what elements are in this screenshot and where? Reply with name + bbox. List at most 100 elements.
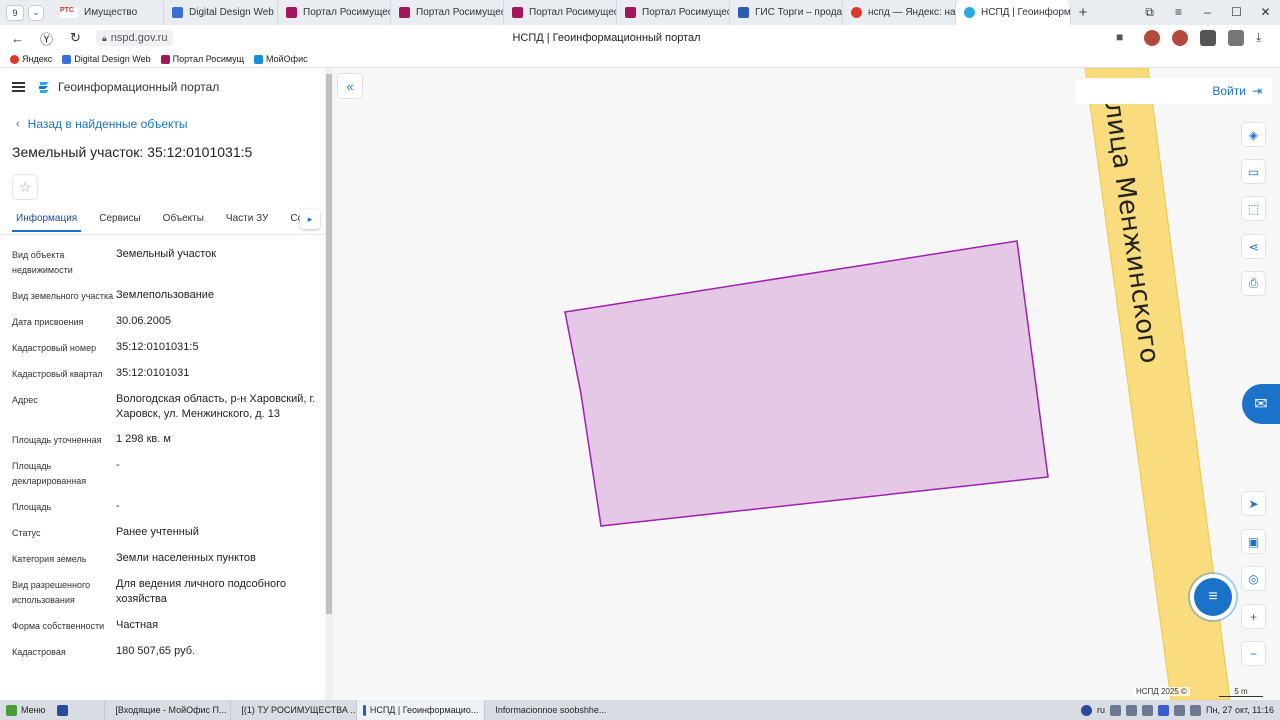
tabs-scroll-right-button[interactable]: ▸ [300,209,320,229]
minimap-button[interactable]: ▣ [1241,529,1266,554]
tab-groups-icon[interactable]: ⧉ [1135,5,1164,20]
bookmark-yandex[interactable]: Яндекс [10,54,52,64]
property-value: - [116,500,120,512]
layers-icon: ◈ [1248,127,1259,142]
hamburger-menu-icon[interactable] [12,81,25,92]
browser-tab[interactable]: Портал Росимущест [391,0,504,25]
browser-tab[interactable]: нспд — Яндекс: наш [843,0,956,25]
battery-icon[interactable] [1174,704,1186,716]
close-window-icon[interactable]: ✕ [1251,5,1280,20]
property-value: 180 507,65 руб. [116,645,196,657]
tab-label: ГИС Торги – продаж [755,7,843,18]
browser-tab-active[interactable]: НСПД | Геоинформ ✕ [956,0,1071,25]
tab-counter-button[interactable]: 9 [6,4,24,21]
selection-icon: ⬚ [1247,201,1260,216]
browser-tab[interactable]: Digital Design Web C [164,0,278,25]
digital-design-favicon-icon [172,7,183,18]
tab-parcel-parts[interactable]: Части ЗУ [222,209,272,230]
feedback-side-button[interactable]: ✉ [1242,384,1280,424]
yandex-home-icon[interactable]: Ⓨ [32,29,61,48]
chat-assistant-button[interactable]: ≡ [1194,578,1232,616]
panel-scrollbar[interactable] [325,68,333,700]
taskbar-window-active[interactable]: НСПД | Геоинформацио... [356,700,485,720]
rosimushchestvo-icon [160,54,170,64]
tab-label: Портал Росимущест [303,7,391,18]
messenger-tray-icon[interactable] [1158,704,1170,716]
back-to-results-link[interactable]: ‹ Назад в найденные объекты [16,117,332,131]
map-view[interactable]: улица Менжинского « Войти ⇥ ◈ ▭ ⬚ ⋖ ⎙ ✉ … [333,68,1280,700]
minus-icon: − [1249,646,1257,661]
browser-tab[interactable]: РТС Имущество [52,0,164,25]
yandex-launcher[interactable] [51,700,74,720]
property-label: Кадастровый номер [12,343,97,353]
map-canvas[interactable]: улица Менжинского [333,68,1280,700]
volume-icon[interactable] [1126,704,1138,716]
minimize-icon[interactable]: – [1193,5,1222,20]
tab-list-dropdown[interactable]: ⌄ [28,4,44,21]
measure-button[interactable]: ▭ [1241,159,1266,184]
browser-menu-icon[interactable]: ≡ [1164,5,1193,20]
tray-app-icon[interactable] [1110,704,1122,716]
property-label: Площадь декларированная [12,461,87,486]
extension-icon[interactable] [1228,30,1244,46]
zoom-in-button[interactable]: + [1241,604,1266,629]
tab-label: Имущество [84,7,138,18]
bookmark-rosimushchestvo[interactable]: Портал Росимущ [160,54,244,64]
maximize-icon[interactable]: ☐ [1222,5,1251,20]
property-row: Вид объекта недвижимости Земельный участ… [12,247,332,278]
tab-services[interactable]: Сервисы [95,209,144,230]
property-value: Для ведения личного подсобного хозяйства [116,578,287,605]
reload-icon[interactable]: ↻ [61,30,90,46]
extension-avatar-icon[interactable] [1172,30,1188,46]
system-tray: ru Пн, 27 окт, 11:16 [1081,704,1280,716]
property-value: 30.06.2005 [116,315,172,327]
tab-objects[interactable]: Объекты [159,209,208,230]
taskbar-window[interactable]: Informacionnoe soobshhe... [484,700,610,720]
extension-avatar-icon[interactable] [1144,30,1160,46]
bookmark-moyofis[interactable]: МойОфис [254,54,308,64]
bookmark-icon[interactable]: ■ [1116,30,1132,46]
network-icon[interactable] [1142,704,1154,716]
taskbar-window[interactable]: [(1) ТУ РОСИМУЩЕСТВА ... [230,700,356,720]
tab-information[interactable]: Информация [12,209,82,232]
new-tab-plus-icon[interactable]: + [1071,4,1095,21]
property-row: Кадастровая 180 507,65 руб. [12,644,332,660]
address-bar: НСПД | Геоинформационный портал ← Ⓨ ↻ 🔒︎… [0,25,1280,51]
bookmark-label: МойОфис [266,54,308,64]
bookmark-digital-design[interactable]: Digital Design Web [62,54,151,64]
browser-tab[interactable]: Портал Росимущест [617,0,730,25]
browser-tab[interactable]: ГИС Торги – продаж [730,0,843,25]
zoom-out-button[interactable]: − [1241,641,1266,666]
url-field[interactable]: 🔒︎ nspd.gov.ru [96,30,174,46]
select-area-button[interactable]: ⬚ [1241,196,1266,221]
collapse-panel-button[interactable]: « [337,73,363,99]
favorite-star-button[interactable]: ☆ [12,174,38,200]
back-arrow-icon[interactable]: ← [3,31,32,46]
property-label: Категория земель [12,554,87,564]
start-menu-button[interactable]: Меню [0,700,51,720]
download-icon[interactable]: ⤓ [1256,30,1272,46]
print-button[interactable]: ⎙ [1241,271,1266,296]
browser-tab[interactable]: Портал Росимущест [278,0,391,25]
keyboard-layout[interactable]: ru [1097,705,1105,715]
bookmark-label: Яндекс [22,54,53,64]
browser-tab[interactable]: Портал Росимущест [504,0,617,25]
location-search-button[interactable]: ◎ [1241,566,1266,591]
layers-button[interactable]: ◈ [1241,122,1266,147]
geolocation-button[interactable]: ➤ [1241,491,1266,516]
properties-list: Вид объекта недвижимости Земельный участ… [0,247,332,660]
portal-brand[interactable]: Геоинформационный портал [37,80,219,94]
taskbar-window[interactable]: [Входящие - МойОфис П... [104,700,230,720]
clock[interactable]: Пн, 27 окт, 11:16 [1206,705,1274,715]
gis-torgi-favicon-icon [738,7,749,18]
land-parcel-polygon[interactable] [564,240,1049,527]
keyboard-icon[interactable] [1190,704,1202,716]
object-info-panel: Геоинформационный портал ‹ Назад в найде… [0,68,333,700]
share-button[interactable]: ⋖ [1241,234,1266,259]
login-button[interactable]: Войти ⇥ [1076,78,1272,104]
scrollbar-thumb[interactable] [326,74,332,614]
property-label: Адрес [12,395,38,405]
extension-icon[interactable] [1200,30,1216,46]
yandex-tray-icon[interactable] [1081,704,1092,716]
property-value: Вологодская область, р-н Харовский, г. Х… [116,393,316,420]
